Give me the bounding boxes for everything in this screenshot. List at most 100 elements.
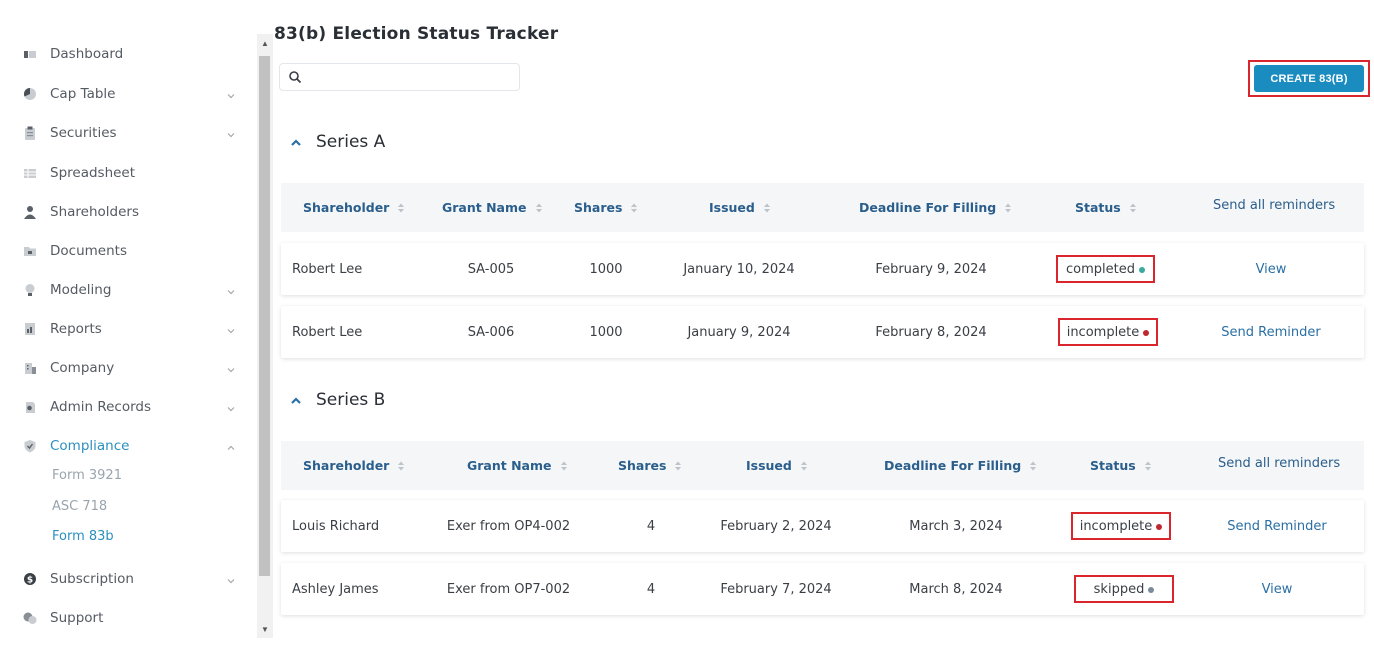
column-header-grant-name[interactable]: Grant Name xyxy=(467,441,568,490)
column-header-issued[interactable]: Issued xyxy=(709,183,771,232)
sidebar-subitem-asc-718[interactable]: ASC 718 xyxy=(52,499,107,514)
sidebar-item-label: Shareholders xyxy=(50,204,139,220)
cell-shares: 4 xyxy=(646,581,656,597)
section-toggle-series-a[interactable]: Series A xyxy=(290,132,385,152)
column-label: Shareholder xyxy=(303,458,390,473)
sidebar-item-spreadsheet[interactable]: Spreadsheet xyxy=(22,161,242,185)
send-reminder-link[interactable]: Send Reminder xyxy=(1211,306,1331,358)
view-link[interactable]: View xyxy=(1221,243,1321,295)
sidebar-item-securities[interactable]: Securities xyxy=(22,121,242,145)
sort-icon xyxy=(630,202,638,214)
column-label: Issued xyxy=(709,200,755,215)
search-icon xyxy=(288,70,302,84)
column-header-shareholder[interactable]: Shareholder xyxy=(303,183,405,232)
building-icon xyxy=(22,360,38,376)
scroll-down-arrow-icon[interactable]: ▼ xyxy=(257,622,273,636)
sort-icon xyxy=(1004,202,1012,214)
sidebar-item-label: Spreadsheet xyxy=(50,165,136,181)
column-header-shares[interactable]: Shares xyxy=(618,441,682,490)
sidebar-subitem-form-3921[interactable]: Form 3921 xyxy=(52,468,122,483)
cell-deadline: February 8, 2024 xyxy=(875,324,987,340)
chevron-down-icon xyxy=(226,573,238,585)
column-header-status[interactable]: Status xyxy=(1090,441,1152,490)
sort-icon xyxy=(674,460,682,472)
lightbulb-icon xyxy=(22,282,38,298)
table-header: Shareholder Grant Name Shares Issued Dea… xyxy=(281,441,1364,490)
search-box[interactable] xyxy=(279,63,520,91)
sidebar-item-label: Securities xyxy=(50,125,117,141)
sidebar-item-reports[interactable]: Reports xyxy=(22,317,242,341)
page-title: 83(b) Election Status Tracker xyxy=(274,24,559,44)
cell-shareholder: Robert Lee xyxy=(292,324,363,340)
chevron-up-icon xyxy=(290,136,302,148)
sidebar-item-support[interactable]: Support xyxy=(22,606,242,630)
sidebar-item-label: Dashboard xyxy=(50,46,124,62)
cell-issued: February 2, 2024 xyxy=(720,518,832,534)
create-83b-button[interactable]: CREATE 83(B) xyxy=(1254,65,1364,92)
sidebar-item-cap-table[interactable]: Cap Table xyxy=(22,82,242,106)
sidebar-item-label: Admin Records xyxy=(50,399,151,415)
spreadsheet-icon xyxy=(22,165,38,181)
sidebar-item-label: Reports xyxy=(50,321,102,337)
action-label[interactable]: View xyxy=(1256,262,1287,277)
status-badge: completed xyxy=(1056,255,1155,283)
chevron-down-icon xyxy=(226,127,238,139)
sort-icon xyxy=(397,460,405,472)
cell-grant-name: SA-005 xyxy=(467,261,515,277)
status-text: skipped xyxy=(1093,581,1145,597)
cell-shares: 1000 xyxy=(589,324,623,340)
column-header-deadline[interactable]: Deadline For Filling xyxy=(884,441,1037,490)
status-text: completed xyxy=(1066,261,1135,277)
scrollbar[interactable]: ▲ ▼ xyxy=(257,34,273,638)
sidebar-item-shareholders[interactable]: Shareholders xyxy=(22,200,242,224)
sidebar-item-company[interactable]: Company xyxy=(22,356,242,380)
sort-icon xyxy=(1029,460,1037,472)
sort-icon xyxy=(535,202,543,214)
table-header: Shareholder Grant Name Shares Issued Dea… xyxy=(281,183,1364,232)
column-header-status[interactable]: Status xyxy=(1075,183,1137,232)
table-row: Louis Richard Exer from OP4-002 4 Februa… xyxy=(281,500,1364,552)
cell-shares: 4 xyxy=(646,518,656,534)
section-toggle-series-b[interactable]: Series B xyxy=(290,390,385,410)
sidebar-item-label: Modeling xyxy=(50,282,112,298)
column-label: Shares xyxy=(574,200,623,215)
action-label[interactable]: Send Reminder xyxy=(1227,519,1326,534)
section-title: Series B xyxy=(316,390,386,410)
section-title: Series A xyxy=(316,132,386,152)
sidebar-item-label: Support xyxy=(50,610,104,626)
sidebar-subitem-form-83b[interactable]: Form 83b xyxy=(52,529,114,544)
cell-shareholder: Ashley James xyxy=(292,581,379,597)
svg-text:$: $ xyxy=(27,576,33,586)
action-label[interactable]: Send Reminder xyxy=(1221,325,1320,340)
cell-issued: January 9, 2024 xyxy=(687,324,791,340)
table-row: Robert Lee SA-006 1000 January 9, 2024 F… xyxy=(281,306,1364,358)
sidebar-item-admin-records[interactable]: Admin Records xyxy=(22,395,242,419)
sidebar-item-compliance[interactable]: Compliance xyxy=(22,434,242,458)
column-header-shareholder[interactable]: Shareholder xyxy=(303,441,405,490)
folder-icon xyxy=(22,243,38,259)
cell-deadline: March 3, 2024 xyxy=(909,518,1003,534)
scroll-thumb[interactable] xyxy=(259,56,270,576)
column-label: Status xyxy=(1075,200,1121,215)
status-dot-icon xyxy=(1148,587,1155,593)
scroll-up-arrow-icon[interactable]: ▲ xyxy=(257,36,273,50)
dashboard-icon xyxy=(22,46,38,62)
column-header-grant-name[interactable]: Grant Name xyxy=(442,183,543,232)
column-header-deadline[interactable]: Deadline For Filling xyxy=(859,183,1012,232)
column-header-issued[interactable]: Issued xyxy=(746,441,808,490)
action-label[interactable]: View xyxy=(1262,582,1293,597)
send-all-reminders-link[interactable]: Send all reminders xyxy=(1218,439,1340,488)
status-dot-icon xyxy=(1156,524,1163,530)
column-label: Deadline For Filling xyxy=(884,458,1022,473)
sidebar-item-modeling[interactable]: Modeling xyxy=(22,278,242,302)
send-reminder-link[interactable]: Send Reminder xyxy=(1217,500,1337,552)
column-header-shares[interactable]: Shares xyxy=(574,183,638,232)
view-link[interactable]: View xyxy=(1227,563,1327,615)
sidebar-item-documents[interactable]: Documents xyxy=(22,239,242,263)
send-all-reminders-link[interactable]: Send all reminders xyxy=(1213,181,1335,230)
sort-icon xyxy=(560,460,568,472)
sidebar-item-dashboard[interactable]: Dashboard xyxy=(22,42,242,66)
sidebar-item-subscription[interactable]: $ Subscription xyxy=(22,567,242,591)
report-icon xyxy=(22,321,38,337)
search-input[interactable] xyxy=(308,68,513,88)
